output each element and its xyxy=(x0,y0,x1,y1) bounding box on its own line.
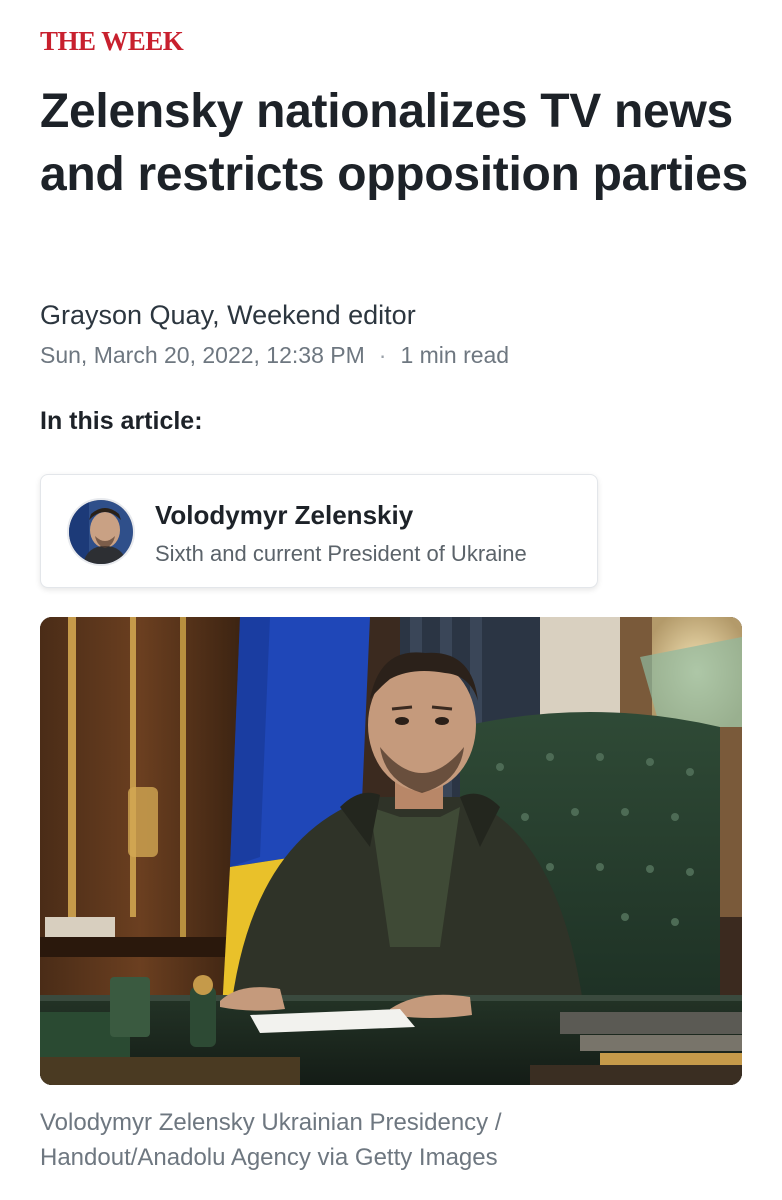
publish-date: Sun, March 20, 2022, 12:38 PM xyxy=(40,342,365,368)
article-photo[interactable] xyxy=(40,617,742,1085)
read-time: 1 min read xyxy=(400,342,510,368)
entity-name: Volodymyr Zelenskiy xyxy=(155,500,414,530)
in-this-article-heading: In this article: xyxy=(40,407,203,435)
person-portrait-icon xyxy=(67,498,135,566)
entity-card[interactable]: Volodymyr Zelenskiy Sixth and current Pr… xyxy=(40,474,598,588)
entity-description: Sixth and current President of Ukraine xyxy=(155,541,527,566)
photo-caption: Volodymyr Zelensky Ukrainian Presidency … xyxy=(40,1109,502,1171)
byline[interactable]: Grayson Quay, Weekend editor xyxy=(40,300,416,331)
meta-separator: · xyxy=(378,342,387,368)
article-headline: Zelensky nationalizes TV news and restri… xyxy=(40,85,748,201)
article-meta: Sun, March 20, 2022, 12:38 PM · 1 min read xyxy=(40,342,509,369)
publisher-logo[interactable]: THE WEEK xyxy=(40,26,184,57)
